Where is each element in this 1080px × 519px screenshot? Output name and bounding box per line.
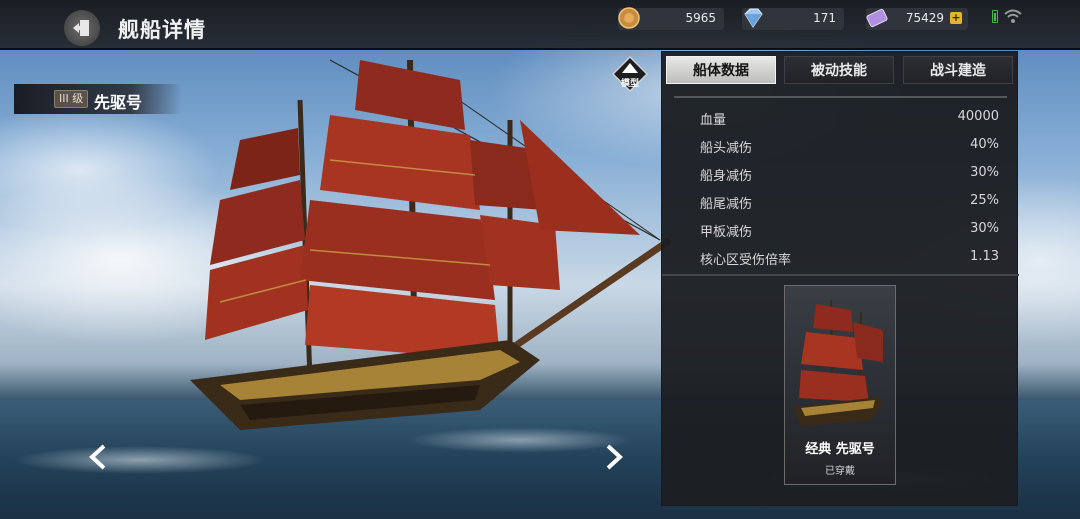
stat-row: 血量 40000 [674,106,1007,128]
skin-name: 经典 先驱号 [805,442,875,457]
skin-equipped-status: 已穿戴 [825,466,855,477]
stat-value: 1.13 [970,249,999,264]
stat-value: 30% [970,221,999,236]
stat-label: 船尾减伤 [700,197,753,212]
stat-row: 核心区受伤倍率 1.13 [674,246,1007,268]
tab-battle-build[interactable]: 战斗建造 [903,56,1013,84]
page-title: 舰船详情 [118,18,206,42]
top-bar: 舰船详情 5965 171 75429 + [0,0,1080,50]
ticket-counter[interactable]: 75429 + [866,8,968,30]
ticket-icon [866,8,888,28]
ship-skin-card[interactable]: 经典 先驱号 已穿戴 [784,285,896,485]
tab-hull-data[interactable]: 船体数据 [666,56,776,84]
gold-value: 5965 [685,11,716,25]
tab-passive-skills[interactable]: 被动技能 [784,56,894,84]
gem-value: 171 [813,11,836,25]
ship-title-banner: III 级 先驱号 [14,84,182,114]
gem-counter[interactable]: 171 [742,8,844,30]
exit-door-icon [73,20,89,36]
stat-row: 船尾减伤 25% [674,190,1007,212]
stat-value: 25% [970,193,999,208]
next-ship-arrow[interactable] [604,444,624,470]
ship-illustration [190,59,672,430]
ship-skin-thumbnail [793,299,883,426]
battery-icon [992,10,998,23]
stat-row: 船头减伤 40% [674,134,1007,156]
add-ticket-button[interactable]: + [950,12,962,24]
previous-ship-arrow[interactable] [88,444,108,470]
wifi-icon [1004,9,1022,23]
stat-label: 船身减伤 [700,169,753,184]
panel-divider [662,274,1019,276]
hull-stats-list: 血量 40000 船头减伤 40% 船身减伤 30% 船尾减伤 25% 甲板减伤… [674,96,1007,276]
gold-counter[interactable]: 5965 [618,7,724,30]
diamond-icon [744,8,763,28]
stat-label: 核心区受伤倍率 [700,253,792,268]
stats-divider [674,96,1007,98]
back-button[interactable] [64,10,100,46]
stat-value: 40% [970,137,999,152]
stat-row: 甲板减伤 30% [674,218,1007,240]
stat-value: 30% [970,165,999,180]
ticket-value: 75429 [905,11,944,25]
stat-label: 船头减伤 [700,141,753,156]
info-tabs: 船体数据 被动技能 战斗建造 [666,56,1015,86]
model-view-button[interactable]: 模型 [612,56,648,92]
stat-label: 甲板减伤 [700,225,753,240]
model-label: 模型 [620,79,639,89]
stat-value: 40000 [957,109,999,124]
stat-row: 船身减伤 30% [674,162,1007,184]
coin-icon [618,7,640,29]
ship-info-panel: 船体数据 被动技能 战斗建造 血量 40000 船头减伤 40% 船身减伤 30… [661,51,1019,506]
stat-label: 血量 [700,113,727,128]
ship-tier-badge: III 级 [54,90,89,108]
ship-name: 先驱号 [94,93,143,112]
